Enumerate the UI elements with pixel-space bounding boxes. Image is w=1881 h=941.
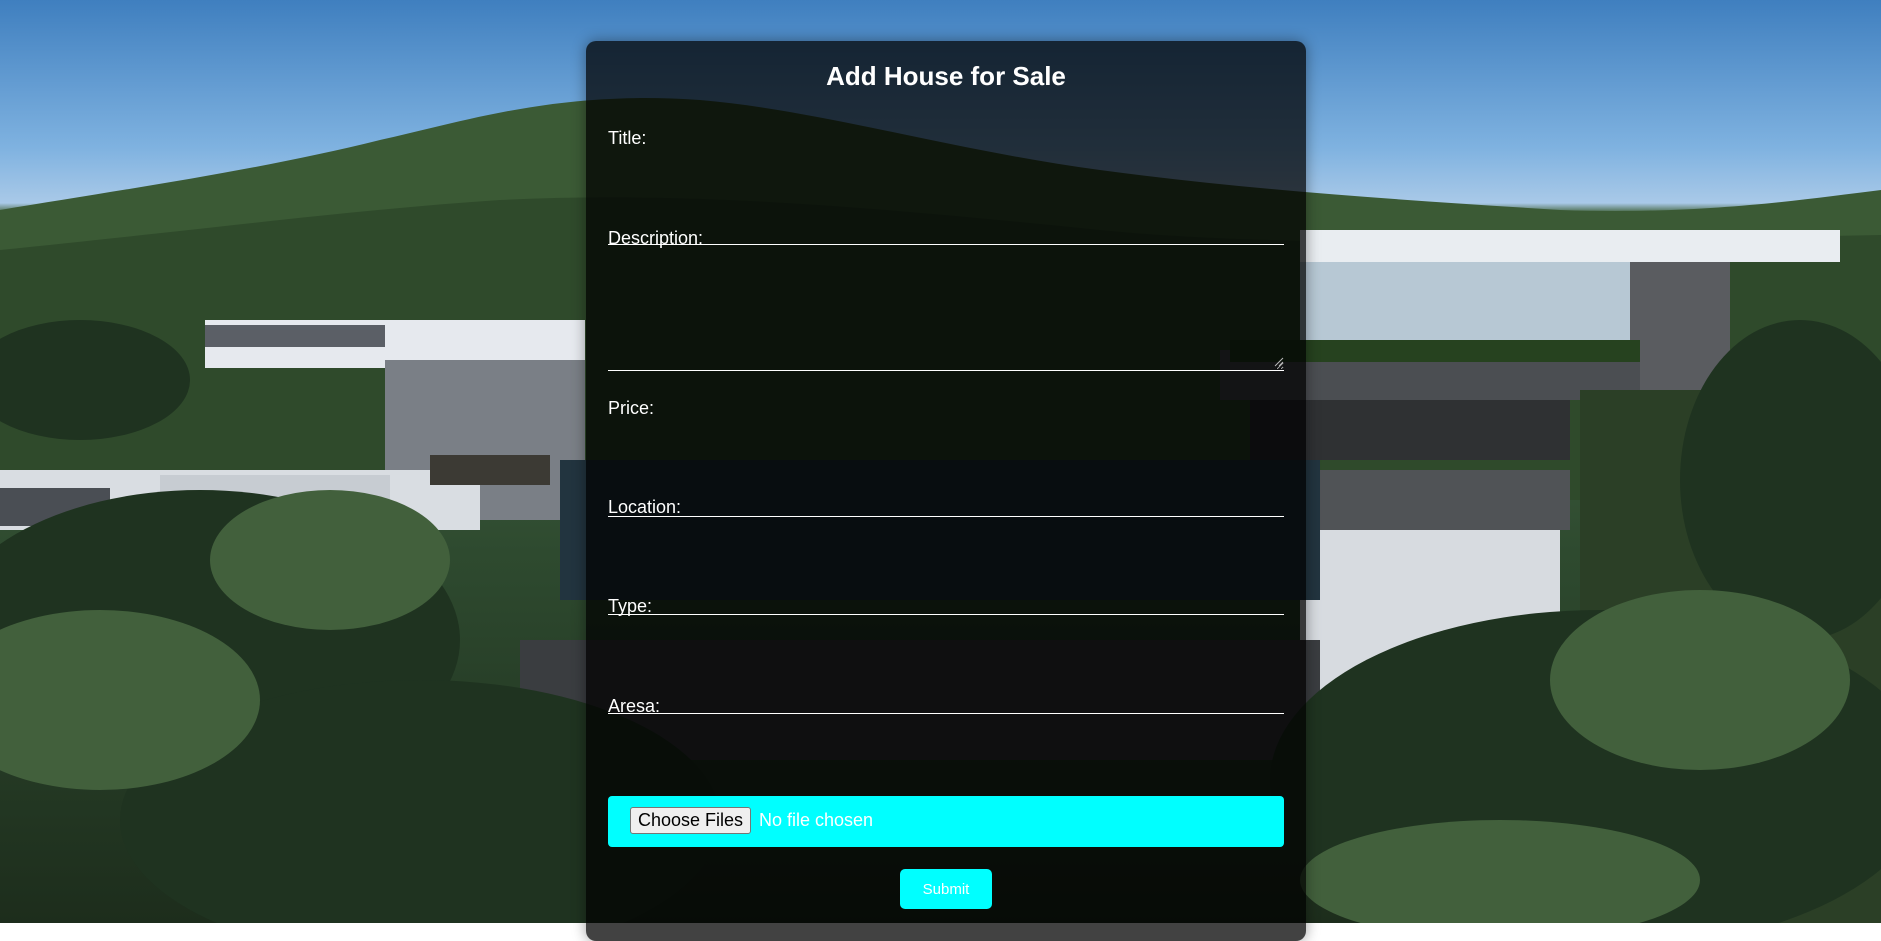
file-upload-box[interactable]: Choose Files No file chosen (608, 796, 1284, 847)
description-textarea[interactable] (608, 279, 1284, 371)
price-input[interactable] (608, 489, 1284, 517)
area-label: Aresa: (608, 696, 661, 716)
location-label: Location: (608, 497, 682, 517)
title-label: Title: (608, 128, 647, 148)
file-status-text: No file chosen (759, 810, 874, 830)
type-input[interactable] (608, 686, 1284, 714)
price-label: Price: (608, 398, 655, 418)
form-title: Add House for Sale (826, 61, 1066, 91)
type-label: Type: (608, 596, 653, 616)
title-input[interactable] (608, 217, 1284, 245)
add-house-form-panel: Add House for Sale Title: Description: P… (586, 41, 1306, 941)
resize-handle-icon[interactable] (1274, 357, 1284, 367)
description-label: Description: (608, 228, 704, 248)
location-input[interactable] (608, 587, 1284, 615)
choose-files-button[interactable]: Choose Files (630, 807, 752, 834)
submit-button[interactable]: Submit (900, 869, 992, 909)
